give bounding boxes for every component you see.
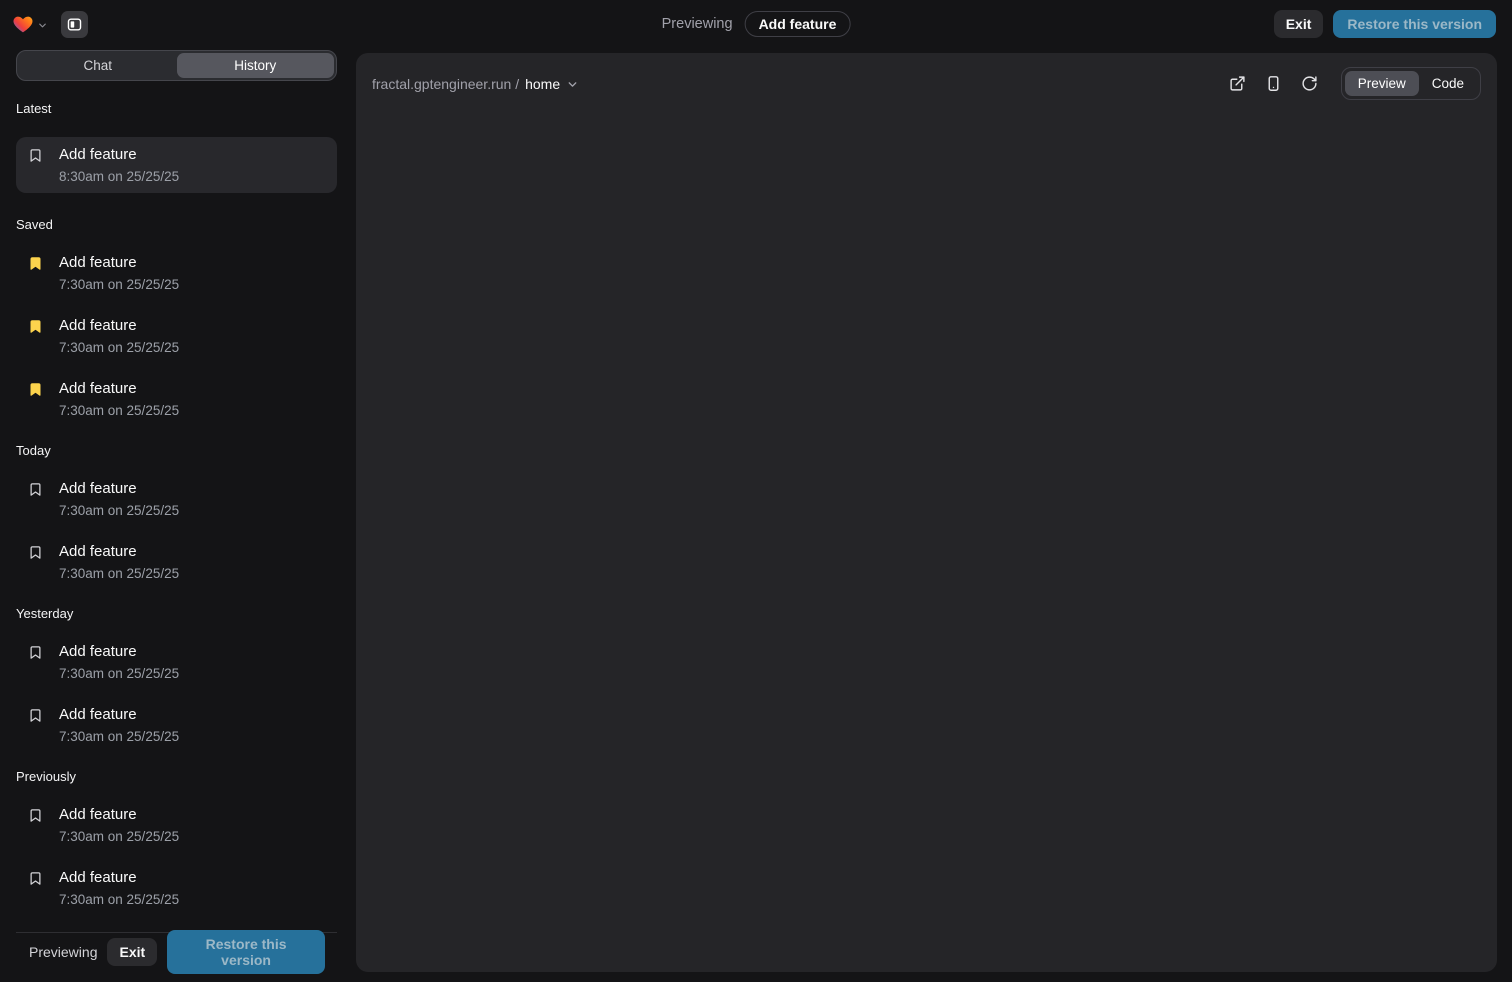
version-timestamp: 7:30am on 25/25/25 xyxy=(59,891,179,908)
version-item[interactable]: Add feature 7:30am on 25/25/25 xyxy=(16,705,337,745)
tab-preview[interactable]: Preview xyxy=(1345,71,1419,96)
version-item[interactable]: Add feature 7:30am on 25/25/25 xyxy=(16,479,337,519)
version-title: Add feature xyxy=(59,542,179,562)
heart-logo-icon xyxy=(12,13,34,35)
section-latest: Latest Add feature 8:30am on 25/25/25 xyxy=(16,101,337,193)
version-title: Add feature xyxy=(59,316,179,336)
bookmark-icon xyxy=(28,871,43,908)
tab-history[interactable]: History xyxy=(177,53,335,78)
sidebar-footer: Previewing Exit Restore this version xyxy=(16,932,337,970)
section-today: Today Add feature 7:30am on 25/25/25 Add… xyxy=(16,443,337,582)
exit-button[interactable]: Exit xyxy=(1274,10,1324,38)
version-badge: Add feature xyxy=(745,11,851,37)
preview-code-toggle: Preview Code xyxy=(1341,67,1481,100)
url-route-label: home xyxy=(525,76,560,92)
version-timestamp: 7:30am on 25/25/25 xyxy=(59,502,179,519)
sidebar-tabs: Chat History xyxy=(16,50,337,81)
bookmark-filled-icon xyxy=(28,256,43,293)
preview-panel: fractal.gptengineer.run / home xyxy=(356,53,1497,972)
version-title: Add feature xyxy=(59,805,179,825)
section-title: Saved xyxy=(16,217,337,233)
section-title: Latest xyxy=(16,101,337,117)
version-timestamp: 8:30am on 25/25/25 xyxy=(59,168,179,185)
section-title: Previously xyxy=(16,769,337,785)
section-title: Today xyxy=(16,443,337,459)
version-item[interactable]: Add feature 7:30am on 25/25/25 xyxy=(16,316,337,356)
version-timestamp: 7:30am on 25/25/25 xyxy=(59,565,179,582)
app-logo-menu[interactable] xyxy=(12,13,48,35)
history-sidebar: Chat History Latest Add feature 8:30am o… xyxy=(16,50,337,970)
section-saved: Saved Add feature 7:30am on 25/25/25 Add… xyxy=(16,217,337,419)
restore-version-button[interactable]: Restore this version xyxy=(1333,10,1496,38)
version-timestamp: 7:30am on 25/25/25 xyxy=(59,276,179,293)
version-timestamp: 7:30am on 25/25/25 xyxy=(59,828,179,845)
version-title: Add feature xyxy=(59,479,179,499)
bookmark-icon xyxy=(28,708,43,745)
tab-code[interactable]: Code xyxy=(1419,71,1477,96)
chevron-down-icon xyxy=(37,20,48,31)
bookmark-icon xyxy=(28,808,43,845)
sidebar-toggle-button[interactable] xyxy=(61,11,88,38)
bookmark-filled-icon xyxy=(28,382,43,419)
version-title: Add feature xyxy=(59,705,179,725)
bookmark-icon xyxy=(28,482,43,519)
section-yesterday: Yesterday Add feature 7:30am on 25/25/25… xyxy=(16,606,337,745)
bookmark-filled-icon xyxy=(28,319,43,356)
version-item[interactable]: Add feature 7:30am on 25/25/25 xyxy=(16,868,337,908)
topbar: Previewing Add feature Exit Restore this… xyxy=(0,0,1512,48)
version-title: Add feature xyxy=(59,253,179,273)
previewing-status-label: Previewing xyxy=(662,16,733,32)
version-item[interactable]: Add feature 7:30am on 25/25/25 xyxy=(16,542,337,582)
restore-version-button[interactable]: Restore this version xyxy=(167,930,325,974)
previewing-status-label: Previewing xyxy=(29,944,97,960)
panel-left-icon xyxy=(66,16,83,33)
external-link-icon xyxy=(1229,75,1246,92)
exit-button[interactable]: Exit xyxy=(107,938,157,966)
chevron-down-icon xyxy=(566,78,579,91)
tab-chat[interactable]: Chat xyxy=(19,53,177,78)
version-timestamp: 7:30am on 25/25/25 xyxy=(59,402,179,419)
version-timestamp: 7:30am on 25/25/25 xyxy=(59,665,179,682)
section-title: Yesterday xyxy=(16,606,337,622)
version-item[interactable]: Add feature 7:30am on 25/25/25 xyxy=(16,379,337,419)
url-route-selector[interactable]: fractal.gptengineer.run / home xyxy=(372,76,579,92)
refresh-icon xyxy=(1301,75,1318,92)
version-timestamp: 7:30am on 25/25/25 xyxy=(59,339,179,356)
url-domain-label: fractal.gptengineer.run / xyxy=(372,76,519,92)
version-title: Add feature xyxy=(59,868,179,888)
version-item[interactable]: Add feature 8:30am on 25/25/25 xyxy=(16,137,337,193)
version-title: Add feature xyxy=(59,642,179,662)
bookmark-icon xyxy=(28,645,43,682)
version-history-list: Latest Add feature 8:30am on 25/25/25 Sa… xyxy=(16,101,337,932)
refresh-button[interactable] xyxy=(1301,75,1318,92)
preview-header: fractal.gptengineer.run / home xyxy=(356,53,1497,114)
version-item[interactable]: Add feature 7:30am on 25/25/25 xyxy=(16,642,337,682)
bookmark-icon xyxy=(28,148,43,185)
version-timestamp: 7:30am on 25/25/25 xyxy=(59,728,179,745)
mobile-view-button[interactable] xyxy=(1265,75,1282,92)
bookmark-icon xyxy=(28,545,43,582)
open-in-new-tab-button[interactable] xyxy=(1229,75,1246,92)
version-item[interactable]: Add feature 7:30am on 25/25/25 xyxy=(16,805,337,845)
version-title: Add feature xyxy=(59,379,179,399)
smartphone-icon xyxy=(1265,75,1282,92)
version-title: Add feature xyxy=(59,145,179,165)
version-item[interactable]: Add feature 7:30am on 25/25/25 xyxy=(16,253,337,293)
section-previously: Previously Add feature 7:30am on 25/25/2… xyxy=(16,769,337,908)
